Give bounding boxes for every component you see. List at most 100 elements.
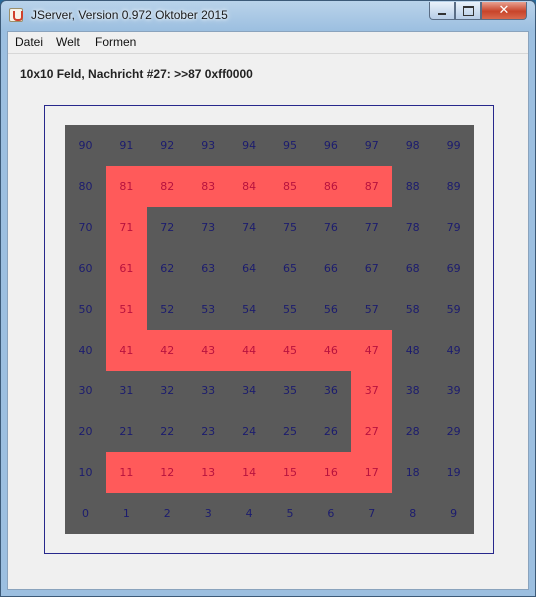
board-cell-4[interactable]: 4 — [229, 493, 270, 534]
board-cell-69[interactable]: 69 — [433, 248, 474, 289]
board-cell-30[interactable]: 30 — [65, 370, 106, 411]
board-cell-39[interactable]: 39 — [433, 370, 474, 411]
board-cell-48[interactable]: 48 — [392, 330, 433, 371]
board-cell-95[interactable]: 95 — [270, 125, 311, 166]
board-cell-54[interactable]: 54 — [229, 289, 270, 330]
board-cell-21[interactable]: 21 — [106, 411, 147, 452]
board-cell-26[interactable]: 26 — [310, 411, 351, 452]
board-cell-75[interactable]: 75 — [270, 207, 311, 248]
board-cell-78[interactable]: 78 — [392, 207, 433, 248]
board-cell-85[interactable]: 85 — [269, 165, 311, 207]
board-cell-34[interactable]: 34 — [229, 370, 270, 411]
board-cell-23[interactable]: 23 — [188, 411, 229, 452]
board-cell-87[interactable]: 87 — [351, 165, 393, 207]
board-cell-24[interactable]: 24 — [229, 411, 270, 452]
board-cell-93[interactable]: 93 — [188, 125, 229, 166]
board-cell-84[interactable]: 84 — [228, 165, 270, 207]
board-cell-86[interactable]: 86 — [310, 165, 352, 207]
board-cell-65[interactable]: 65 — [270, 248, 311, 289]
board-cell-98[interactable]: 98 — [392, 125, 433, 166]
board-cell-96[interactable]: 96 — [310, 125, 351, 166]
board-cell-83[interactable]: 83 — [187, 165, 229, 207]
board-cell-80[interactable]: 80 — [65, 166, 106, 207]
board-cell-82[interactable]: 82 — [146, 165, 188, 207]
board-cell-37[interactable]: 37 — [351, 370, 393, 412]
board-cell-42[interactable]: 42 — [146, 329, 188, 371]
board-cell-46[interactable]: 46 — [310, 329, 352, 371]
menu-welt[interactable]: Welt — [56, 35, 80, 49]
board-cell-8[interactable]: 8 — [392, 493, 433, 534]
board-cell-79[interactable]: 79 — [433, 207, 474, 248]
board-cell-94[interactable]: 94 — [229, 125, 270, 166]
board-cell-19[interactable]: 19 — [433, 452, 474, 493]
board-cell-66[interactable]: 66 — [310, 248, 351, 289]
board-cell-64[interactable]: 64 — [229, 248, 270, 289]
board-cell-27[interactable]: 27 — [351, 411, 393, 453]
board-cell-49[interactable]: 49 — [433, 330, 474, 371]
board-cell-44[interactable]: 44 — [228, 329, 270, 371]
board-cell-72[interactable]: 72 — [147, 207, 188, 248]
board-cell-68[interactable]: 68 — [392, 248, 433, 289]
board-cell-70[interactable]: 70 — [65, 207, 106, 248]
board-cell-40[interactable]: 40 — [65, 330, 106, 371]
board-cell-22[interactable]: 22 — [147, 411, 188, 452]
board-cell-0[interactable]: 0 — [65, 493, 106, 534]
board-cell-14[interactable]: 14 — [228, 452, 270, 494]
board-cell-29[interactable]: 29 — [433, 411, 474, 452]
board-cell-71[interactable]: 71 — [105, 206, 147, 248]
board-cell-63[interactable]: 63 — [188, 248, 229, 289]
menu-datei[interactable]: Datei — [15, 35, 43, 49]
board-cell-17[interactable]: 17 — [351, 452, 393, 494]
title-bar[interactable]: JServer, Version 0.972 Oktober 2015 ✕ — [1, 1, 535, 31]
board-cell-7[interactable]: 7 — [351, 493, 392, 534]
board-cell-81[interactable]: 81 — [105, 165, 147, 207]
board-cell-74[interactable]: 74 — [229, 207, 270, 248]
board-cell-92[interactable]: 92 — [147, 125, 188, 166]
board-cell-91[interactable]: 91 — [106, 125, 147, 166]
board-cell-38[interactable]: 38 — [392, 370, 433, 411]
board-cell-25[interactable]: 25 — [270, 411, 311, 452]
board-cell-9[interactable]: 9 — [433, 493, 474, 534]
board-cell-36[interactable]: 36 — [310, 370, 351, 411]
board-cell-62[interactable]: 62 — [147, 248, 188, 289]
board-cell-53[interactable]: 53 — [188, 289, 229, 330]
board-cell-97[interactable]: 97 — [351, 125, 392, 166]
minimize-button[interactable] — [429, 2, 455, 20]
board-cell-2[interactable]: 2 — [147, 493, 188, 534]
board-cell-12[interactable]: 12 — [146, 452, 188, 494]
board-cell-99[interactable]: 99 — [433, 125, 474, 166]
board-cell-1[interactable]: 1 — [106, 493, 147, 534]
close-button[interactable]: ✕ — [481, 2, 527, 20]
board-cell-43[interactable]: 43 — [187, 329, 229, 371]
board-cell-73[interactable]: 73 — [188, 207, 229, 248]
board-cell-15[interactable]: 15 — [269, 452, 311, 494]
board-cell-3[interactable]: 3 — [188, 493, 229, 534]
board-cell-41[interactable]: 41 — [105, 329, 147, 371]
board-cell-90[interactable]: 90 — [65, 125, 106, 166]
board-cell-51[interactable]: 51 — [105, 288, 147, 330]
board-cell-32[interactable]: 32 — [147, 370, 188, 411]
board-cell-16[interactable]: 16 — [310, 452, 352, 494]
board-cell-76[interactable]: 76 — [310, 207, 351, 248]
board-cell-45[interactable]: 45 — [269, 329, 311, 371]
board-cell-33[interactable]: 33 — [188, 370, 229, 411]
board-cell-77[interactable]: 77 — [351, 207, 392, 248]
board-cell-47[interactable]: 47 — [351, 329, 393, 371]
board-cell-6[interactable]: 6 — [310, 493, 351, 534]
board-cell-10[interactable]: 10 — [65, 452, 106, 493]
board-cell-55[interactable]: 55 — [270, 289, 311, 330]
board-cell-57[interactable]: 57 — [351, 289, 392, 330]
menu-formen[interactable]: Formen — [95, 35, 136, 49]
board-cell-60[interactable]: 60 — [65, 248, 106, 289]
board-cell-31[interactable]: 31 — [106, 370, 147, 411]
board-cell-61[interactable]: 61 — [105, 247, 147, 289]
board-cell-58[interactable]: 58 — [392, 289, 433, 330]
board-cell-89[interactable]: 89 — [433, 166, 474, 207]
board-cell-67[interactable]: 67 — [351, 248, 392, 289]
board-cell-11[interactable]: 11 — [105, 452, 147, 494]
board-cell-28[interactable]: 28 — [392, 411, 433, 452]
board-cell-18[interactable]: 18 — [392, 452, 433, 493]
board-cell-13[interactable]: 13 — [187, 452, 229, 494]
board-cell-52[interactable]: 52 — [147, 289, 188, 330]
board-cell-20[interactable]: 20 — [65, 411, 106, 452]
